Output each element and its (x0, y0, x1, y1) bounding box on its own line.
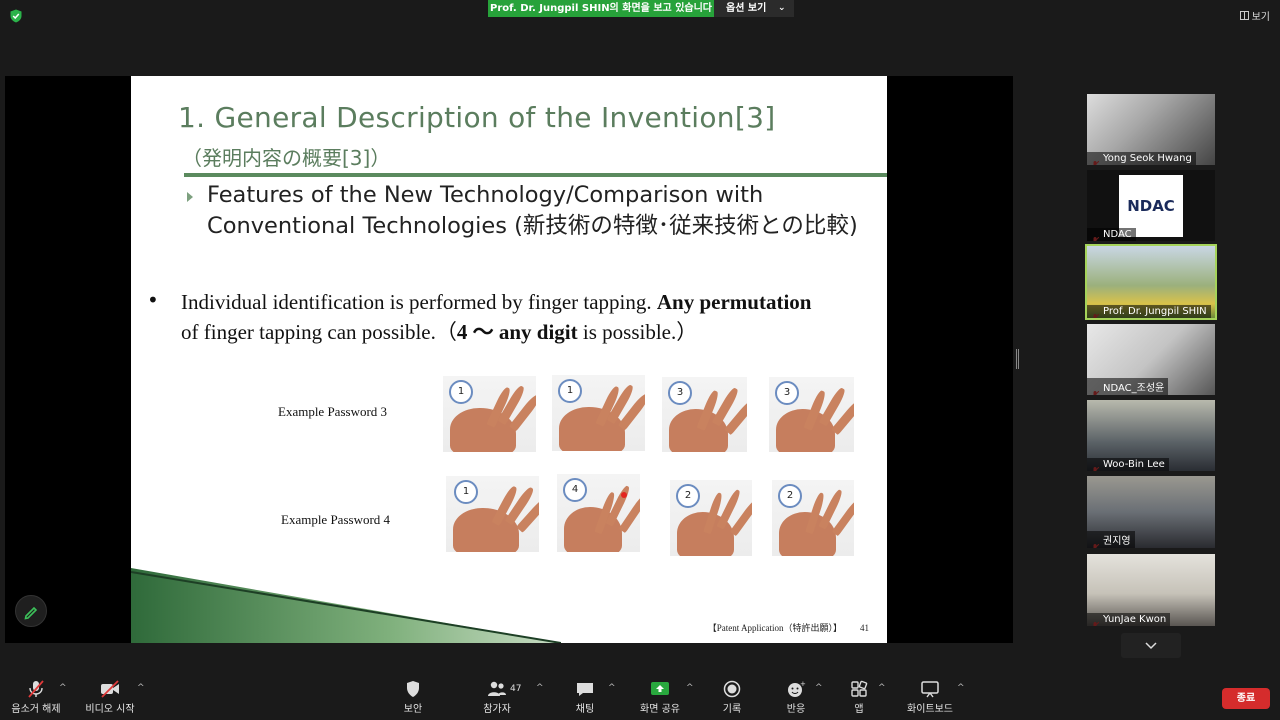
share-screen-label: 화면 공유 (640, 704, 680, 715)
title-divider (184, 173, 887, 177)
end-meeting-button[interactable]: 종료 (1222, 688, 1270, 709)
video-off-icon (101, 680, 119, 698)
hand-photo: 3 (662, 377, 747, 452)
slide-bullet-identification: Individual identification is performed b… (181, 290, 812, 344)
participant-name: Woo-Bin Lee (1087, 458, 1169, 471)
participant-tile[interactable]: NDAC_조성윤 (1087, 324, 1215, 395)
hand-photo: 1 (443, 376, 536, 452)
participant-tile-active-speaker[interactable]: Prof. Dr. Jungpil SHIN (1085, 244, 1217, 320)
record-icon (723, 680, 741, 698)
chat-icon (577, 683, 593, 696)
annotate-button[interactable] (15, 595, 47, 627)
tap-number-badge: 1 (558, 379, 582, 403)
chevron-down-icon (1145, 642, 1157, 650)
participant-name: NDAC_조성윤 (1087, 378, 1169, 395)
hand-photo: 3 (769, 377, 854, 452)
participants-label: 참가자 (483, 704, 511, 715)
tap-number-badge: 1 (449, 380, 473, 404)
chevron-up-icon[interactable]: ^ (137, 683, 145, 693)
slide-bullet-features: Features of the New Technology/Compariso… (207, 182, 858, 239)
screen-share-banner: Prof. Dr. Jungpil SHIN의 화면을 보고 있습니다 (488, 0, 714, 17)
participant-name: Prof. Dr. Jungpil SHIN (1087, 305, 1211, 318)
chevron-up-icon[interactable]: ^ (878, 683, 886, 693)
hand-photo: 2 (772, 480, 854, 556)
reactions-button[interactable]: + 반응 (776, 680, 816, 715)
tap-number-badge: 2 (778, 484, 802, 508)
shield-icon (407, 681, 419, 697)
apps-button[interactable]: 앱 (840, 680, 878, 715)
view-options-label: 옵션 보기 (726, 3, 767, 14)
chevron-up-icon[interactable]: ^ (815, 683, 823, 693)
tap-number-badge: 3 (668, 381, 692, 405)
tap-number-badge: 2 (676, 484, 700, 508)
slide-subtitle: （発明内容の概要[3]） (182, 146, 391, 170)
tap-number-badge: 4 (563, 478, 587, 502)
hand-photo: 1 (552, 375, 645, 451)
chevron-up-icon[interactable]: ^ (536, 683, 544, 693)
participant-name: 권지영 (1087, 531, 1135, 548)
security-shield-icon (10, 9, 22, 23)
apps-label: 앱 (854, 704, 864, 715)
participant-tile[interactable]: NDAC NDAC (1087, 170, 1215, 241)
participants-button[interactable]: 47 참가자 (472, 680, 522, 715)
svg-text:+: + (800, 680, 806, 688)
slide-title: 1. General Description of the Invention[… (178, 101, 776, 134)
chevron-up-icon[interactable]: ^ (957, 683, 965, 693)
slide-decoration (131, 568, 561, 643)
hand-photo: 1 (446, 476, 539, 552)
slide-page-number: 41 (860, 623, 869, 633)
participant-tile[interactable]: Woo-Bin Lee (1087, 400, 1215, 471)
participants-icon (488, 681, 506, 696)
hand-photo: 2 (670, 480, 752, 556)
presentation-slide: 1. General Description of the Invention[… (131, 76, 887, 643)
tap-number-badge: 3 (775, 381, 799, 405)
unmute-label: 음소거 해제 (11, 704, 61, 715)
chat-label: 채팅 (575, 704, 595, 715)
slide-footer: 【Patent Application（特許出願）】 41 (708, 621, 869, 634)
tap-number-badge: 1 (454, 480, 478, 504)
example-password-4-label: Example Password 4 (281, 512, 391, 527)
scroll-participants-button[interactable] (1121, 633, 1181, 658)
chevron-up-icon[interactable]: ^ (686, 683, 694, 693)
tap-marker-icon (621, 492, 627, 498)
panel-resize-handle[interactable] (1016, 349, 1019, 369)
view-options-button[interactable]: 옵션 보기 ⌄ (714, 0, 794, 17)
reactions-label: 반응 (786, 704, 806, 715)
bullet-arrow-icon (187, 192, 193, 202)
mic-off-icon (28, 680, 44, 698)
share-screen-icon (651, 682, 669, 695)
chat-button[interactable]: 채팅 (565, 680, 605, 715)
participant-name: Yong Seok Hwang (1087, 152, 1196, 165)
chevron-up-icon[interactable]: ^ (608, 683, 616, 693)
record-label: 기록 (722, 704, 742, 715)
hand-photo: 4 (557, 474, 640, 552)
example-password-3-label: Example Password 3 (278, 404, 388, 419)
share-screen-button[interactable]: 화면 공유 (634, 680, 686, 715)
view-label: 보기 (1251, 12, 1270, 23)
patent-footer-label: 【Patent Application（特許出願）】 (707, 623, 842, 633)
start-video-button[interactable]: 비디오 시작 (80, 680, 140, 715)
record-button[interactable]: 기록 (712, 680, 752, 715)
chevron-down-icon: ⌄ (778, 3, 786, 13)
participant-tile[interactable]: 권지영 (1087, 476, 1215, 548)
chevron-up-icon[interactable]: ^ (59, 683, 67, 693)
whiteboard-icon (921, 681, 939, 698)
smiley-icon: + (788, 680, 806, 697)
apps-icon (851, 680, 868, 697)
pencil-icon (24, 606, 38, 620)
security-label: 보안 (403, 704, 423, 715)
start-video-label: 비디오 시작 (85, 704, 135, 715)
grid-view-icon (1239, 11, 1249, 20)
whiteboard-button[interactable]: 화이트보드 (900, 680, 960, 715)
participant-name: NDAC (1087, 228, 1136, 241)
security-button[interactable]: 보안 (393, 680, 433, 715)
whiteboard-label: 화이트보드 (907, 704, 953, 715)
bullet-dot-icon: • (147, 288, 159, 312)
unmute-button[interactable]: 음소거 해제 (6, 680, 66, 715)
participant-name: YunJae Kwon (1087, 613, 1171, 626)
view-button[interactable]: 보기 (1239, 8, 1270, 23)
participant-tile[interactable]: YunJae Kwon (1087, 554, 1215, 626)
participant-tile[interactable]: Yong Seok Hwang (1087, 94, 1215, 165)
participant-count: 47 (510, 684, 522, 694)
